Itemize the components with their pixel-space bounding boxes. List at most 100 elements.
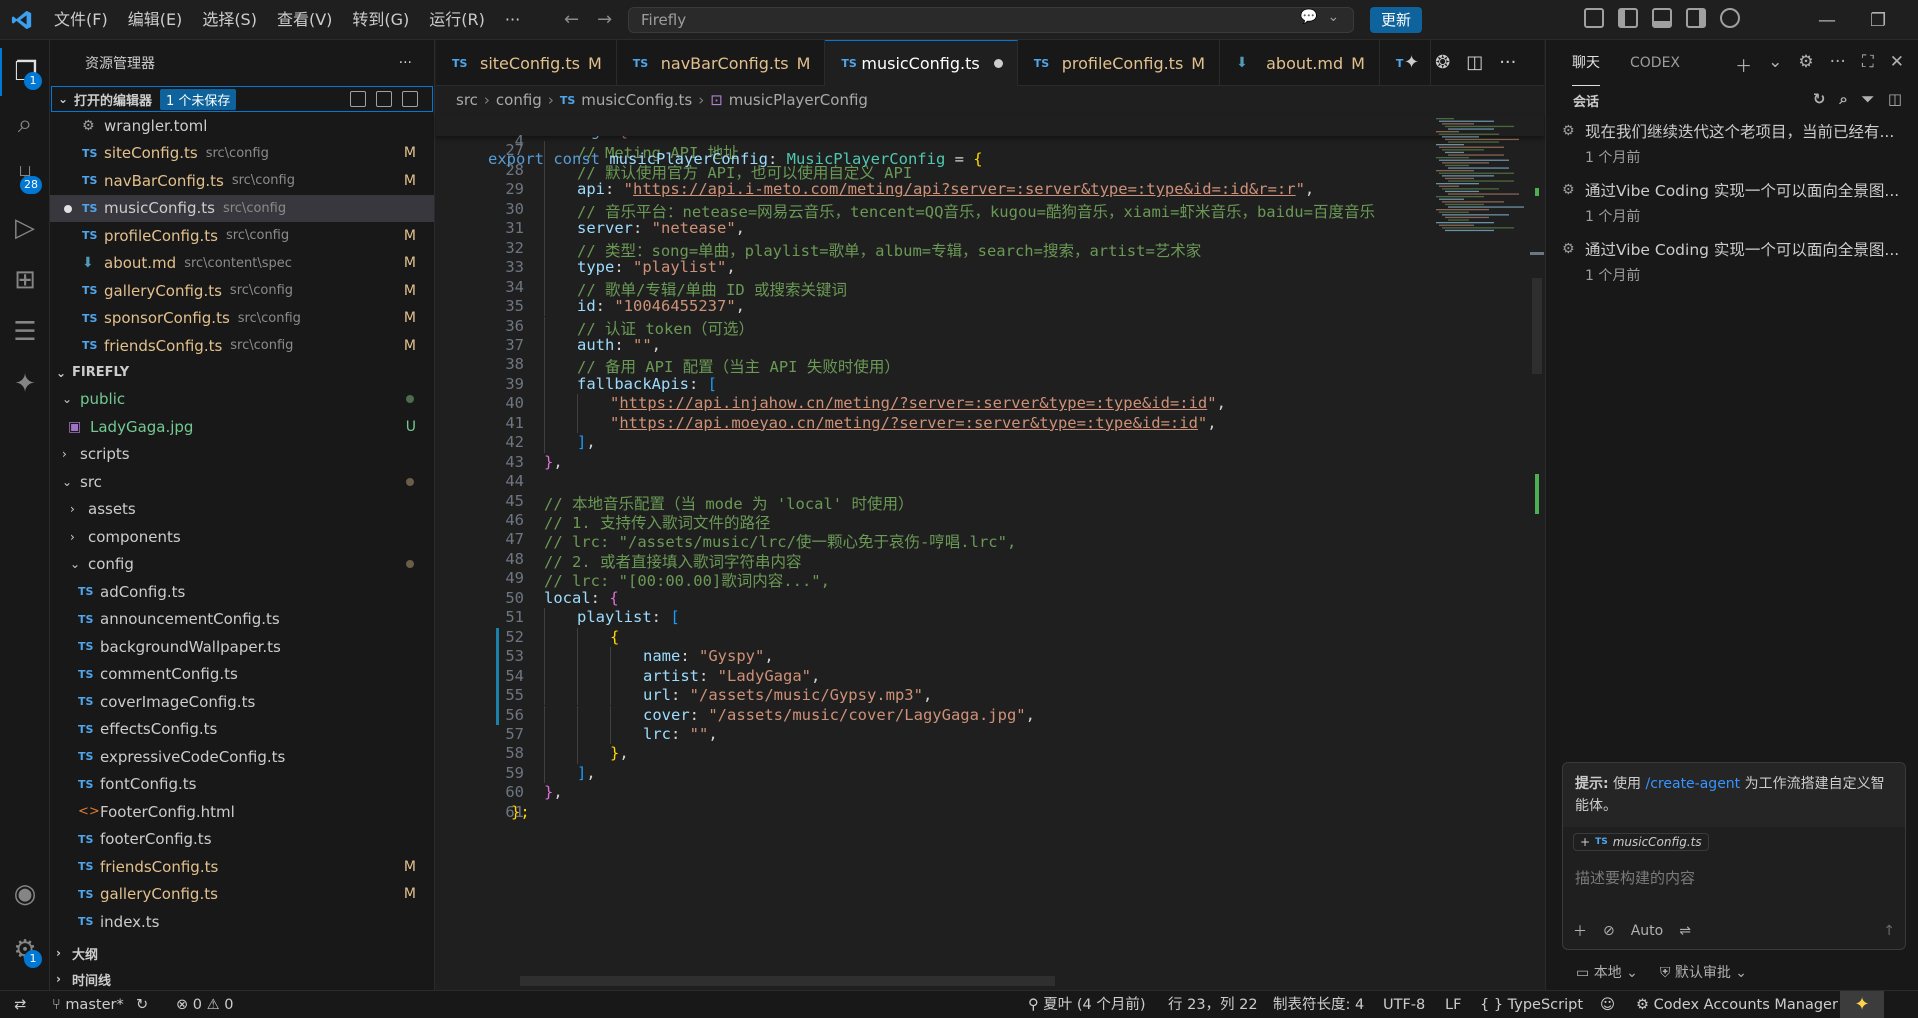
branch-indicator[interactable]: ⑂ master*	[52, 991, 124, 1018]
config-file-item[interactable]: TS announcementConfig.ts	[50, 606, 434, 634]
breadcrumb-src[interactable]: src	[456, 91, 478, 109]
session-item[interactable]: ⚙ 通过Vibe Coding 实现一个可以面向全景图... 1 个月前	[1546, 173, 1918, 232]
open-editor-item[interactable]: TS navBarConfig.ts src\config M	[50, 167, 434, 195]
local-selector[interactable]: ▭ 本地 ⌄	[1576, 962, 1638, 982]
unsaved-dot-icon[interactable]	[993, 59, 1003, 68]
add-context-icon[interactable]: ＋	[1573, 921, 1587, 941]
code-editor[interactable]: 26meting: {27// Meting API 地址28// 默认使用官方…	[436, 114, 1544, 990]
config-file-item[interactable]: TS effectsConfig.ts	[50, 716, 434, 744]
folder-src[interactable]: ⌄ src	[50, 468, 434, 496]
search-activity[interactable]: ⌕	[0, 100, 50, 148]
tasks-activity[interactable]: ☰	[0, 308, 50, 356]
copilot-icon[interactable]: ☺	[1600, 991, 1615, 1018]
folder-assets[interactable]: › assets	[50, 496, 434, 524]
approval-selector[interactable]: ⛨ 默认审批 ⌄	[1660, 962, 1747, 982]
open-editor-item[interactable]: ⬇ about.md src\content\spec M	[50, 250, 434, 278]
menu-item[interactable]: 文件(F)	[44, 0, 118, 40]
more-actions-icon[interactable]: ···	[1830, 52, 1846, 77]
toggle-panel-icon[interactable]	[1652, 8, 1672, 28]
config-file-item[interactable]: <> FooterConfig.html	[50, 798, 434, 826]
chevron-down-icon[interactable]: ⌄	[1327, 9, 1339, 25]
update-button[interactable]: 更新	[1370, 7, 1423, 33]
open-editor-item[interactable]: TS profileConfig.ts src\config M	[50, 222, 434, 250]
encoding[interactable]: UTF-8	[1383, 991, 1425, 1018]
gemini-activity[interactable]: ✦	[0, 360, 50, 408]
breadcrumb-file[interactable]: musicConfig.ts	[581, 91, 692, 109]
indentation[interactable]: 制表符长度: 4	[1273, 991, 1364, 1018]
project-header[interactable]: ⌄ FIREFLY	[50, 360, 434, 386]
command-center-search[interactable]: Firefly	[628, 7, 1354, 33]
unsaved-dot-icon[interactable]	[64, 204, 72, 213]
more-actions-icon[interactable]: ···	[399, 55, 412, 71]
settings-sliders-icon[interactable]: ⇌	[1679, 923, 1691, 939]
config-file-item[interactable]: TS backgroundWallpaper.ts	[50, 633, 434, 661]
maximize-icon[interactable]: ⛶	[1862, 52, 1874, 77]
tab-siteConfig-ts[interactable]: TS siteConfig.ts M	[436, 40, 617, 86]
sync-icon[interactable]: ↻	[136, 991, 148, 1018]
close-all-icon[interactable]	[402, 91, 418, 107]
chevron-down-icon[interactable]: ⌄	[1768, 52, 1782, 77]
filter-icon[interactable]: ⏷	[1862, 90, 1874, 108]
minimap[interactable]	[1430, 114, 1530, 244]
back-arrow-icon[interactable]: ←	[564, 9, 579, 30]
folder-scripts[interactable]: › scripts	[50, 441, 434, 469]
language-mode[interactable]: { } TypeScript	[1480, 991, 1583, 1018]
tab-musicConfig-ts[interactable]: TS musicConfig.ts	[825, 40, 1018, 86]
end-of-line[interactable]: LF	[1445, 991, 1461, 1018]
tab-about-md[interactable]: ⬇ about.md M	[1220, 40, 1380, 86]
save-all-icon[interactable]	[376, 91, 392, 107]
horizontal-scrollbar[interactable]	[520, 976, 1055, 986]
mode-picker[interactable]: Auto	[1631, 923, 1664, 939]
config-file-item[interactable]: TS fontConfig.ts	[50, 771, 434, 799]
tab-codex[interactable]: CODEX	[1630, 40, 1680, 86]
panel-icon[interactable]: ◫	[1888, 90, 1902, 108]
accounts-activity[interactable]: ◉	[0, 870, 50, 918]
accounts-manager[interactable]: ⚙ Codex Accounts Manager	[1636, 991, 1838, 1018]
sparkle-icon[interactable]: ✦	[1840, 991, 1884, 1018]
cursor-position[interactable]: 行 23，列 22	[1168, 991, 1258, 1018]
search-icon[interactable]: ⌕	[1839, 90, 1847, 108]
open-editor-item[interactable]: TS musicConfig.ts src\config	[50, 194, 434, 222]
toggle-primary-sidebar-icon[interactable]	[1618, 8, 1638, 28]
close-icon[interactable]: ✕	[1890, 52, 1904, 77]
vertical-scrollbar[interactable]	[1530, 114, 1544, 990]
sticky-scroll-line[interactable]: 4 export const musicPlayerConfig: MusicP…	[436, 114, 1544, 168]
run-debug-activity[interactable]: ▷	[0, 204, 50, 252]
folder-config[interactable]: ⌄ config	[50, 551, 434, 579]
session-item[interactable]: ⚙ 通过Vibe Coding 实现一个可以面向全景图... 1 个月前	[1546, 232, 1918, 291]
config-file-item[interactable]: TS friendsConfig.ts M	[50, 853, 434, 881]
open-editors-header[interactable]: ⌄ 打开的编辑器 1 个未保存	[51, 86, 433, 112]
config-file-item[interactable]: TS footerConfig.ts	[50, 826, 434, 854]
session-item[interactable]: ⚙ 现在我们继续迭代这个老项目，当前已经有... 1 个月前	[1546, 114, 1918, 173]
tab-navBarConfig-ts[interactable]: TS navBarConfig.ts M	[617, 40, 826, 86]
tab-profileConfig-ts[interactable]: TS profileConfig.ts M	[1018, 40, 1221, 86]
tab-chat[interactable]: 聊天	[1572, 40, 1600, 86]
menu-item[interactable]: 运行(R)	[419, 0, 495, 40]
folder-components[interactable]: › components	[50, 523, 434, 551]
new-chat-icon[interactable]: ＋	[1735, 52, 1752, 77]
open-editor-item[interactable]: TS siteConfig.ts src\config M	[50, 140, 434, 168]
gear-icon[interactable]: ⚙	[1798, 52, 1813, 77]
config-file-item[interactable]: TS coverImageConfig.ts	[50, 688, 434, 716]
minimize-icon[interactable]: —	[1818, 10, 1836, 31]
globe-icon[interactable]	[1720, 8, 1740, 28]
file-ladygaga[interactable]: ▣ LadyGaga.jpg U	[50, 413, 434, 441]
refresh-icon[interactable]: ↻	[1813, 90, 1826, 108]
config-file-item[interactable]: TS commentConfig.ts	[50, 661, 434, 689]
menu-item[interactable]: 查看(V)	[267, 0, 342, 40]
remote-icon[interactable]: ⇄	[14, 991, 26, 1018]
split-editor-icon[interactable]: ◫	[1466, 52, 1483, 73]
outline-header[interactable]: › 大纲	[50, 940, 434, 966]
open-editor-item[interactable]: TS friendsConfig.ts src\config M	[50, 332, 434, 360]
config-file-item[interactable]: TS galleryConfig.ts M	[50, 881, 434, 909]
open-editor-item[interactable]: TS galleryConfig.ts src\config M	[50, 277, 434, 305]
context-file-chip[interactable]: + TS musicConfig.ts	[1573, 833, 1709, 851]
menu-item[interactable]: 选择(S)	[192, 0, 267, 40]
git-blame[interactable]: ⚲ 夏叶 (4 个月前)	[1028, 991, 1146, 1018]
explorer-activity[interactable]: ❐ 1	[0, 48, 50, 96]
customize-layout-icon[interactable]	[1584, 8, 1604, 28]
menu-item[interactable]: 转到(G)	[342, 0, 419, 40]
chat-prompt-input[interactable]: 描述要构建的内容	[1563, 857, 1905, 898]
more-actions-icon[interactable]: ···	[1499, 52, 1516, 73]
menu-item[interactable]: ···	[495, 0, 530, 40]
